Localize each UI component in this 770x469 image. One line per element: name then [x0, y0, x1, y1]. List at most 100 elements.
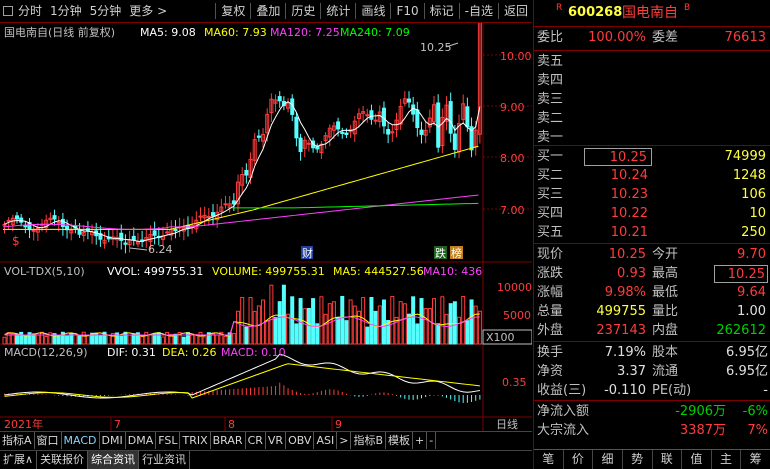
toolbar-checkbox[interactable] [3, 6, 13, 16]
draw-button[interactable]: 画线 [357, 2, 389, 21]
indicator-tab[interactable]: 指标B [351, 432, 386, 449]
f10-button[interactable]: F10 [392, 2, 422, 21]
panel-tab[interactable]: 细 [593, 450, 623, 469]
stat-label: 今开 [652, 247, 679, 262]
tab-5min[interactable]: 5分钟 [86, 2, 126, 21]
stat2-row: 换手 7.19% 股本 6.95亿 [534, 343, 770, 363]
stat2-value: 3.37 [617, 364, 646, 379]
b-badge: B [684, 3, 691, 13]
panel-tab[interactable]: 笔 [534, 450, 564, 469]
rights-button[interactable]: 复权 [217, 2, 249, 21]
sell-label: 卖二 [537, 111, 564, 126]
buy-level[interactable]: 买二 10.24 1248 [534, 166, 770, 186]
tab-1min[interactable]: 1分钟 [46, 2, 86, 21]
moving-averages [2, 101, 481, 242]
panel-tabs: 笔价细势联值主筹 [534, 449, 770, 469]
weicha-value: 76613 [724, 30, 766, 45]
indicator-tab[interactable]: VR [266, 432, 287, 449]
indicator-tab[interactable]: > [337, 432, 352, 449]
finance-marker-text: 财 [302, 246, 313, 260]
buy-label: 买三 [537, 187, 564, 202]
indicator-tab[interactable]: FSL [156, 432, 181, 449]
indicator-tab[interactable]: BRAR [211, 432, 246, 449]
macd-plot [4, 353, 481, 403]
vol-name: VOL-TDX(5,10) [4, 265, 85, 278]
stats-button[interactable]: 统计 [322, 2, 354, 21]
panel-tab[interactable]: 值 [682, 450, 712, 469]
stat-label: 量比 [652, 304, 679, 319]
buy-price: 10.21 [610, 225, 648, 240]
stat2-label: PE(动) [652, 383, 692, 398]
tab-intraday[interactable]: 分时 [14, 2, 46, 21]
stat-value: 1.00 [737, 304, 766, 319]
indicator-tab[interactable]: DMI [100, 432, 126, 449]
history-button[interactable]: 历史 [287, 2, 319, 21]
macd-tick: 0.35 [502, 376, 527, 389]
indicator-tab[interactable]: OBV [286, 432, 315, 449]
panel-tab[interactable]: 价 [564, 450, 594, 469]
price-tick: 9.00 [500, 101, 525, 114]
s-marker: $ [12, 234, 20, 248]
stock-code: 600268 [568, 5, 623, 20]
buy-level[interactable]: 买三 10.23 106 [534, 185, 770, 205]
indicator-tab[interactable]: + [413, 432, 428, 449]
stat-value: 9.70 [737, 247, 766, 262]
info-tab[interactable]: 关联报价 [37, 451, 89, 469]
stat-label: 涨跌 [537, 266, 564, 281]
buy-volume: 106 [741, 187, 766, 202]
stat2-value: -0.110 [604, 383, 646, 398]
back-button[interactable]: 返回 [500, 2, 532, 21]
buy-price: 10.25 [584, 148, 652, 166]
stat2-row: 收益(三) -0.110 PE(动) - [534, 381, 770, 401]
info-tab[interactable]: 综合资讯 [88, 451, 140, 469]
indicator-tab[interactable]: CR [246, 432, 266, 449]
high-label: 10.25 [420, 41, 452, 54]
stat-label: 总量 [537, 304, 564, 319]
stat2-value: 7.19% [604, 345, 646, 360]
buy-price: 10.24 [610, 168, 648, 183]
stat-value: 10.25 [714, 265, 768, 283]
info-tab[interactable]: 扩展∧ [0, 451, 38, 469]
buy-volume: 250 [741, 225, 766, 240]
indicator-tab[interactable]: ASI [314, 432, 338, 449]
stat-row: 总量 499755 量比 1.00 [534, 302, 770, 322]
mark-button[interactable]: 标记 [426, 2, 458, 21]
r-badge: R [556, 3, 563, 13]
stat-row: 外盘 237143 内盘 262612 [534, 321, 770, 341]
stock-name: 国电南自 [622, 5, 678, 21]
indicator-tab[interactable]: DMA [126, 432, 157, 449]
stock-header: R 600268 国电南自 B [534, 3, 770, 23]
flow-label: 大宗流入 [537, 423, 590, 438]
period-label[interactable]: 日线 [496, 417, 518, 431]
tab-more[interactable]: 更多 > [125, 2, 171, 21]
date-month: 8 [228, 418, 235, 431]
panel-tab[interactable]: 主 [712, 450, 742, 469]
kline-chart-area[interactable]: 10.00 9.00 8.00 7.00 10000 5000 X100 0.3… [0, 23, 532, 446]
kline-chart-svg[interactable]: 10.00 9.00 8.00 7.00 10000 5000 X100 0.3… [0, 23, 532, 431]
sell-level: 卖三 [534, 90, 770, 110]
watchlist-button[interactable]: -自选 [461, 2, 497, 21]
info-tab[interactable]: 行业资讯 [139, 451, 191, 469]
buy-level[interactable]: 买一 10.25 74999 [534, 147, 770, 167]
indicator-tab[interactable]: TRIX [180, 432, 211, 449]
buy-label: 买一 [537, 149, 564, 164]
ma5-label: MA5: 9.08 [140, 26, 196, 39]
indicator-tab[interactable]: 指标A [0, 432, 35, 449]
indicator-tab[interactable]: - [427, 432, 437, 449]
panel-tab[interactable]: 筹 [741, 450, 770, 469]
ma240-label: MA240: 7.09 [340, 26, 410, 39]
vol-tick: 5000 [503, 309, 531, 322]
weibi-label: 委比 [537, 30, 564, 45]
panel-tab[interactable]: 联 [653, 450, 683, 469]
buy-level[interactable]: 买四 10.22 10 [534, 204, 770, 224]
buy-price: 10.22 [610, 206, 648, 221]
overlay-button[interactable]: 叠加 [252, 2, 284, 21]
price-tick: 10.00 [500, 50, 532, 63]
indicator-tab[interactable]: 窗口 [35, 432, 62, 449]
buy-volume: 1248 [732, 168, 766, 183]
indicator-tab[interactable]: MACD [62, 432, 100, 449]
weibi-row: 委比 100.00% 委差 76613 [534, 28, 770, 48]
indicator-tab[interactable]: 模板 [386, 432, 413, 449]
panel-tab[interactable]: 势 [623, 450, 653, 469]
buy-level[interactable]: 买五 10.21 250 [534, 223, 770, 243]
